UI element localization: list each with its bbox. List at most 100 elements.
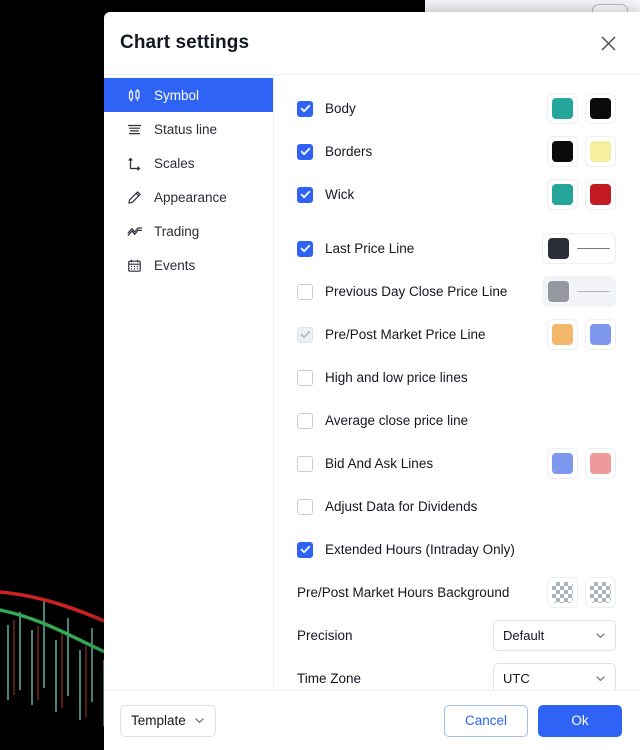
dialog-title: Chart settings: [120, 32, 250, 53]
sidebar-item-appearance[interactable]: Appearance: [104, 180, 273, 214]
ok-button[interactable]: Ok: [538, 704, 622, 737]
wick-up-color-swatch[interactable]: [547, 179, 578, 210]
wick-checkbox[interactable]: [297, 186, 313, 203]
sidebar-item-label: Appearance: [154, 189, 227, 205]
ask-color-swatch[interactable]: [585, 448, 616, 479]
sidebar-item-symbol[interactable]: Symbol: [104, 78, 273, 112]
setting-label: Bid And Ask Lines: [325, 456, 434, 471]
close-icon[interactable]: [594, 29, 622, 57]
setting-row-body: Body: [274, 87, 640, 130]
setting-row-last-price-line: Last Price Line: [274, 227, 640, 270]
wick-down-color-swatch[interactable]: [585, 179, 616, 210]
previous-day-close-width-picker[interactable]: [576, 276, 610, 307]
previous-day-close-style-control[interactable]: [542, 276, 616, 307]
setting-label: Previous Day Close Price Line: [325, 284, 508, 299]
body-checkbox[interactable]: [297, 100, 313, 117]
symbol-settings-panel: Body Borders Wick Last Price Line Previo…: [274, 75, 640, 690]
body-up-color-swatch[interactable]: [547, 93, 578, 124]
body-down-color-swatch[interactable]: [585, 93, 616, 124]
cancel-button[interactable]: Cancel: [444, 704, 528, 737]
sidebar-item-trading[interactable]: Trading: [104, 214, 273, 248]
setting-label: Wick: [325, 187, 355, 202]
dialog-header: Chart settings: [104, 12, 640, 75]
adjust-dividends-checkbox[interactable]: [297, 498, 313, 515]
wick-color-swatches: [547, 179, 616, 210]
last-price-line-width-picker[interactable]: [576, 233, 610, 264]
last-price-line-style-control[interactable]: [542, 233, 616, 264]
prepost-post-color-swatch[interactable]: [585, 319, 616, 350]
setting-row-wick: Wick: [274, 173, 640, 216]
average-close-line-checkbox[interactable]: [297, 412, 313, 429]
setting-label: Pre/Post Market Price Line: [325, 327, 486, 342]
prepost-pre-color-swatch[interactable]: [547, 319, 578, 350]
precision-label: Precision: [297, 628, 353, 643]
sidebar-item-events[interactable]: Events: [104, 248, 273, 282]
setting-label: Adjust Data for Dividends: [325, 499, 478, 514]
setting-row-prepost-background: Pre/Post Market Hours Background: [274, 571, 640, 614]
transparent-checker-icon: [590, 582, 611, 603]
prepost-pre-background-swatch[interactable]: [547, 577, 578, 608]
previous-day-close-color-swatch[interactable]: [548, 281, 569, 302]
timezone-label: Time Zone: [297, 671, 362, 686]
setting-row-adjust-dividends: Adjust Data for Dividends: [274, 485, 640, 528]
sidebar-item-scales[interactable]: Scales: [104, 146, 273, 180]
prepost-price-line-swatches: [547, 319, 616, 350]
last-price-line-color-swatch[interactable]: [548, 238, 569, 259]
prepost-price-line-checkbox[interactable]: [297, 326, 313, 343]
setting-row-previous-day-close: Previous Day Close Price Line: [274, 270, 640, 313]
setting-row-timezone: Time Zone UTC: [274, 657, 640, 690]
setting-row-prepost-price-line: Pre/Post Market Price Line: [274, 313, 640, 356]
sidebar-item-label: Scales: [154, 155, 195, 171]
prepost-post-background-swatch[interactable]: [585, 577, 616, 608]
borders-color-swatches: [547, 136, 616, 167]
extended-hours-checkbox[interactable]: [297, 541, 313, 558]
setting-label: Borders: [325, 144, 373, 159]
timezone-value: UTC: [503, 671, 530, 686]
transparent-checker-icon: [552, 582, 573, 603]
setting-label: Last Price Line: [325, 241, 415, 256]
sidebar-item-label: Events: [154, 257, 196, 273]
setting-label: Body: [325, 101, 356, 116]
precision-select[interactable]: Default: [493, 620, 616, 651]
sidebar-item-label: Symbol: [154, 87, 200, 103]
template-button[interactable]: Template: [120, 704, 216, 737]
sidebar-item-status-line[interactable]: Status line: [104, 112, 273, 146]
calendar-icon: [126, 257, 143, 274]
setting-label: Extended Hours (Intraday Only): [325, 542, 515, 557]
dialog-footer: Template Cancel Ok: [104, 690, 640, 750]
pencil-icon: [126, 189, 143, 206]
chevron-down-icon: [595, 630, 606, 641]
settings-sidebar: Symbol Status line Scales Appearance Tra…: [104, 75, 274, 690]
bid-ask-color-swatches: [547, 448, 616, 479]
setting-row-high-low-lines: High and low price lines: [274, 356, 640, 399]
candlestick-icon: [126, 87, 143, 104]
setting-row-bid-ask-lines: Bid And Ask Lines: [274, 442, 640, 485]
trend-icon: [126, 223, 143, 240]
setting-row-average-close-line: Average close price line: [274, 399, 640, 442]
chevron-down-icon: [595, 673, 606, 684]
bid-ask-lines-checkbox[interactable]: [297, 455, 313, 472]
last-price-line-checkbox[interactable]: [297, 240, 313, 257]
previous-day-close-checkbox[interactable]: [297, 283, 313, 300]
high-low-lines-checkbox[interactable]: [297, 369, 313, 386]
setting-label: High and low price lines: [325, 370, 468, 385]
sidebar-item-label: Trading: [154, 223, 200, 239]
setting-row-precision: Precision Default: [274, 614, 640, 657]
dialog-body: Symbol Status line Scales Appearance Tra…: [104, 75, 640, 690]
precision-value: Default: [503, 628, 545, 643]
bid-color-swatch[interactable]: [547, 448, 578, 479]
status-line-icon: [126, 121, 143, 138]
chart-settings-dialog: Chart settings Symbol Status line Scales…: [104, 12, 640, 750]
setting-label: Average close price line: [325, 413, 469, 428]
borders-up-color-swatch[interactable]: [547, 136, 578, 167]
borders-down-color-swatch[interactable]: [585, 136, 616, 167]
chevron-down-icon: [194, 715, 205, 726]
body-color-swatches: [547, 93, 616, 124]
setting-label: Pre/Post Market Hours Background: [297, 585, 510, 600]
borders-checkbox[interactable]: [297, 143, 313, 160]
setting-row-extended-hours: Extended Hours (Intraday Only): [274, 528, 640, 571]
timezone-select[interactable]: UTC: [493, 663, 616, 690]
template-button-label: Template: [131, 713, 186, 728]
setting-row-borders: Borders: [274, 130, 640, 173]
axes-icon: [126, 155, 143, 172]
